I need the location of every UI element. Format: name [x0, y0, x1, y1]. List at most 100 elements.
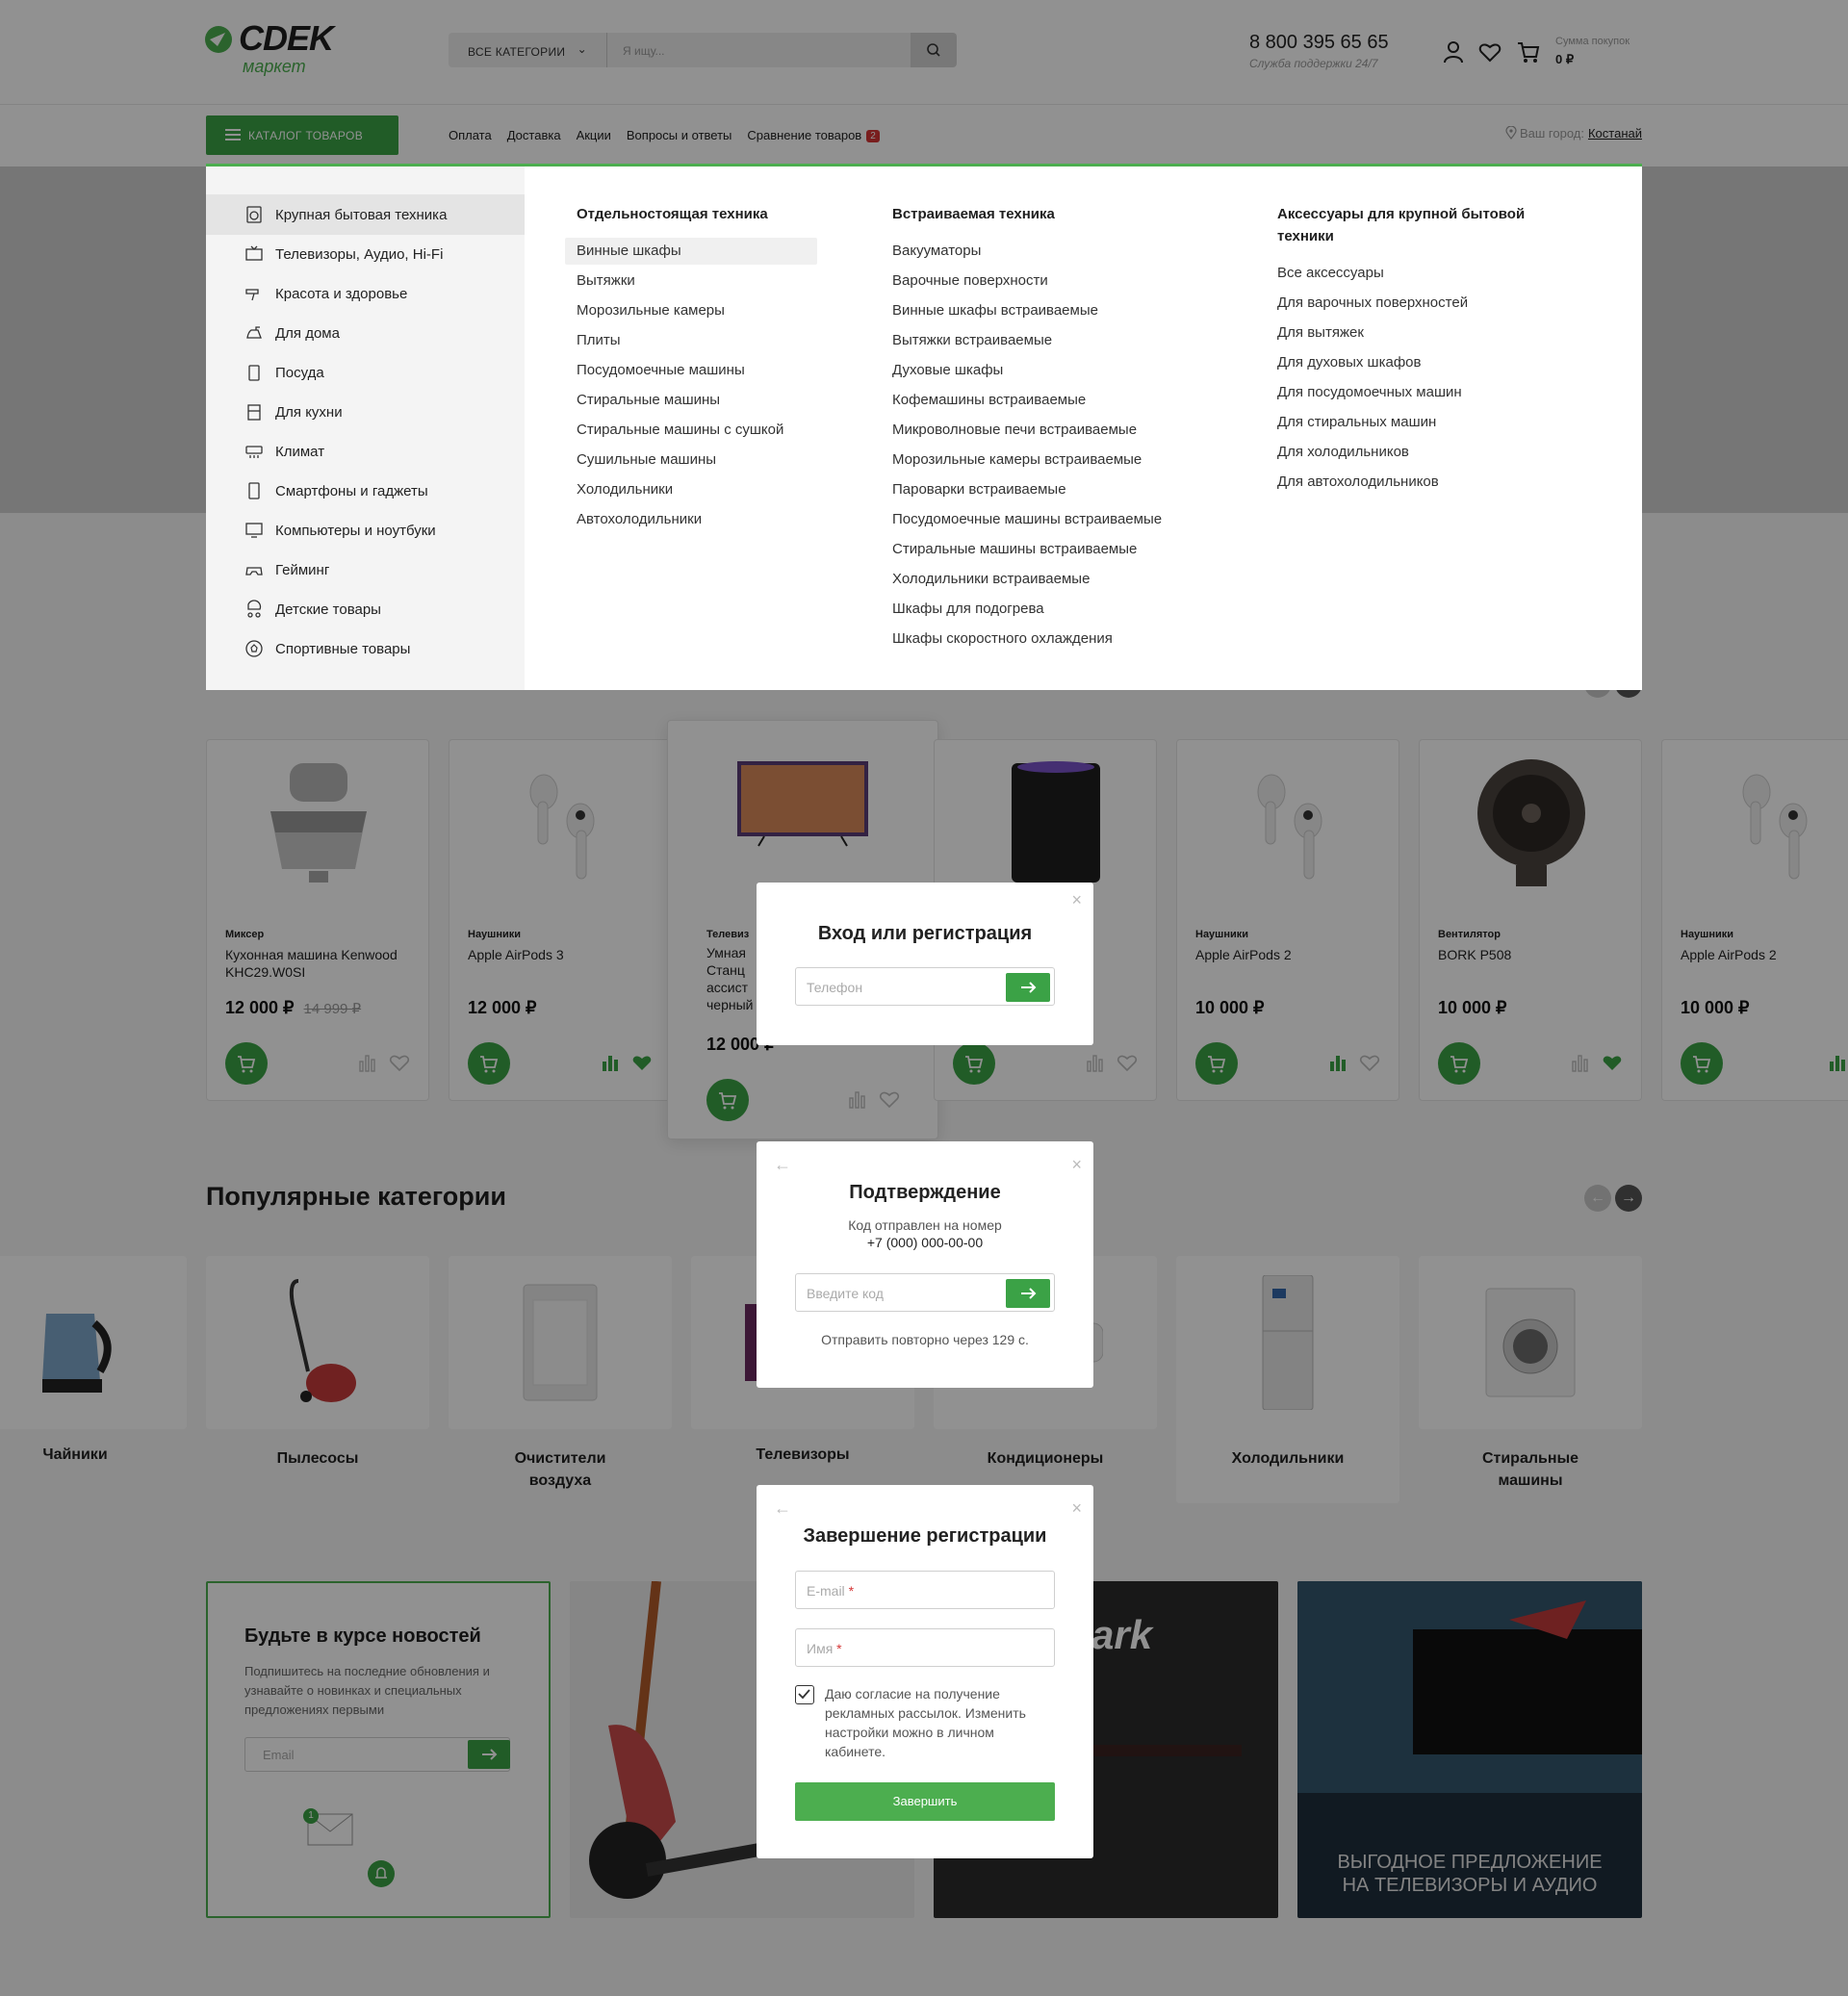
- catalog-item-climate[interactable]: Климат: [206, 431, 525, 472]
- menu-link[interactable]: Все аксессуары: [1277, 264, 1384, 283]
- arrow-right-icon: [1021, 982, 1037, 993]
- finish-modal-title: Завершение регистрации: [803, 1525, 1047, 1547]
- menu-link[interactable]: Сушильные машины: [577, 450, 716, 470]
- menu-link[interactable]: Для вытяжек: [1277, 323, 1364, 343]
- hairdryer-icon: [245, 289, 259, 301]
- menu-link[interactable]: Для посудомоечных машин: [1277, 383, 1462, 402]
- catalog-item-computers[interactable]: Компьютеры и ноутбуки: [206, 510, 525, 550]
- catalog-item-label: Смартфоны и гаджеты: [275, 483, 428, 499]
- catalog-item-beauty[interactable]: Красота и здоровье: [206, 273, 525, 314]
- code-input[interactable]: Введите код: [795, 1273, 1055, 1312]
- menu-link[interactable]: Вакууматоры: [892, 242, 981, 261]
- gamepad-icon: [245, 567, 263, 576]
- menu-link[interactable]: Стиральные машины с сушкой: [577, 421, 783, 440]
- email-placeholder: E-mail: [807, 1583, 845, 1599]
- catalog-item-label: Для кухни: [275, 404, 343, 421]
- menu-link[interactable]: Микроволновые печи встраиваемые: [892, 421, 1137, 440]
- catalog-item-label: Гейминг: [275, 562, 330, 578]
- catalog-item-large-appliances[interactable]: Крупная бытовая техника: [206, 194, 525, 235]
- required-mark: *: [848, 1583, 855, 1599]
- submit-phone-button[interactable]: [1006, 973, 1050, 1002]
- menu-link[interactable]: Морозильные камеры встраиваемые: [892, 450, 1142, 470]
- finish-button[interactable]: Завершить: [795, 1782, 1055, 1821]
- catalog-item-dishes[interactable]: Посуда: [206, 352, 525, 393]
- catalog-item-tv-audio[interactable]: Телевизоры, Аудио, Hi-Fi: [206, 234, 525, 274]
- catalog-item-smartphones[interactable]: Смартфоны и гаджеты: [206, 471, 525, 511]
- kitchen-icon: [247, 404, 261, 421]
- tv-icon: [245, 245, 263, 261]
- menu-link[interactable]: Для духовых шкафов: [1277, 353, 1421, 372]
- catalog-item-label: Спортивные товары: [275, 641, 411, 657]
- resend-timer: Отправить повторно через 129 с.: [821, 1332, 1029, 1347]
- stroller-icon: [247, 600, 262, 618]
- back-arrow-icon[interactable]: ←: [774, 1498, 791, 1519]
- code-sent-text: Код отправлен на номер: [848, 1217, 1002, 1233]
- menu-link[interactable]: Вытяжки встраиваемые: [892, 331, 1052, 350]
- menu-link[interactable]: Шкафы скоростного охлаждения: [892, 629, 1113, 649]
- menu-link[interactable]: Для автохолодильников: [1277, 473, 1439, 492]
- required-mark: *: [836, 1641, 842, 1656]
- catalog-item-gaming[interactable]: Гейминг: [206, 550, 525, 590]
- code-placeholder: Введите код: [807, 1286, 884, 1301]
- washing-machine-icon: [246, 206, 262, 223]
- checkmark-icon: [798, 1689, 810, 1700]
- catalog-item-label: Телевизоры, Аудио, Hi-Fi: [275, 246, 444, 263]
- login-modal: × Вход или регистрация Телефон: [757, 883, 1093, 1045]
- catalog-item-sports[interactable]: Спортивные товары: [206, 628, 525, 669]
- code-sent-phone: +7 (000) 000-00-00: [866, 1235, 984, 1250]
- email-field[interactable]: E-mail *: [795, 1571, 1055, 1609]
- menu-column-title[interactable]: Аксессуары для крупной бытовой техники: [1277, 203, 1566, 247]
- catalog-item-label: Крупная бытовая техника: [275, 207, 448, 223]
- confirm-modal: ← × Подтверждение Код отправлен на номер…: [757, 1141, 1093, 1388]
- catalog-item-label: Компьютеры и ноутбуки: [275, 523, 436, 539]
- submit-code-button[interactable]: [1006, 1279, 1050, 1308]
- arrow-right-icon: [1021, 1288, 1037, 1299]
- menu-link[interactable]: Для варочных поверхностей: [1277, 294, 1468, 313]
- menu-link[interactable]: Вытяжки: [577, 271, 635, 291]
- confirm-modal-title: Подтверждение: [849, 1182, 1001, 1203]
- catalog-item-label: Детские товары: [275, 601, 381, 618]
- consent-text: Даю согласие на получение рекламных расс…: [825, 1686, 1026, 1759]
- menu-link[interactable]: Посудомоечные машины встраиваемые: [892, 510, 1162, 529]
- menu-link[interactable]: Винные шкафы: [565, 238, 817, 265]
- consent-checkbox[interactable]: [795, 1685, 814, 1704]
- menu-link[interactable]: Духовые шкафы: [892, 361, 1003, 380]
- menu-link[interactable]: Автохолодильники: [577, 510, 702, 529]
- name-placeholder: Имя: [807, 1641, 834, 1656]
- catalog-item-label: Для дома: [275, 325, 340, 342]
- close-icon[interactable]: ×: [1071, 1155, 1082, 1175]
- phone-placeholder: Телефон: [807, 980, 863, 995]
- menu-link[interactable]: Пароварки встраиваемые: [892, 480, 1066, 499]
- close-icon[interactable]: ×: [1071, 890, 1082, 910]
- monitor-icon: [245, 523, 263, 538]
- finish-registration-modal: ← × Завершение регистрации E-mail * Имя …: [757, 1485, 1093, 1858]
- catalog-item-kids[interactable]: Детские товары: [206, 589, 525, 629]
- catalog-item-label: Посуда: [275, 365, 324, 381]
- menu-link[interactable]: Стиральные машины встраиваемые: [892, 540, 1137, 559]
- iron-icon: [246, 326, 262, 339]
- menu-link[interactable]: Винные шкафы встраиваемые: [892, 301, 1098, 320]
- menu-link[interactable]: Стиральные машины: [577, 391, 720, 410]
- menu-column-title[interactable]: Встраиваемая техника: [892, 203, 1055, 225]
- close-icon[interactable]: ×: [1071, 1498, 1082, 1519]
- smartphone-icon: [248, 482, 260, 499]
- menu-link[interactable]: Морозильные камеры: [577, 301, 725, 320]
- pot-icon: [248, 365, 260, 381]
- menu-link[interactable]: Холодильники: [577, 480, 673, 499]
- name-field[interactable]: Имя *: [795, 1628, 1055, 1667]
- menu-link[interactable]: Для стиральных машин: [1277, 413, 1436, 432]
- menu-link[interactable]: Холодильники встраиваемые: [892, 570, 1090, 589]
- back-arrow-icon[interactable]: ←: [774, 1155, 791, 1175]
- menu-link[interactable]: Плиты: [577, 331, 621, 350]
- menu-column-title[interactable]: Отдельностоящая техника: [577, 203, 768, 225]
- menu-link[interactable]: Посудомоечные машины: [577, 361, 745, 380]
- menu-link[interactable]: Для холодильников: [1277, 443, 1409, 462]
- catalog-item-kitchen[interactable]: Для кухни: [206, 392, 525, 432]
- menu-link[interactable]: Варочные поверхности: [892, 271, 1048, 291]
- catalog-item-home[interactable]: Для дома: [206, 313, 525, 353]
- catalog-item-label: Климат: [275, 444, 325, 460]
- phone-input[interactable]: Телефон: [795, 967, 1055, 1006]
- menu-link[interactable]: Кофемашины встраиваемые: [892, 391, 1086, 410]
- menu-link[interactable]: Шкафы для подогрева: [892, 600, 1044, 619]
- catalog-sidebar: Крупная бытовая техника Телевизоры, Ауди…: [206, 166, 525, 690]
